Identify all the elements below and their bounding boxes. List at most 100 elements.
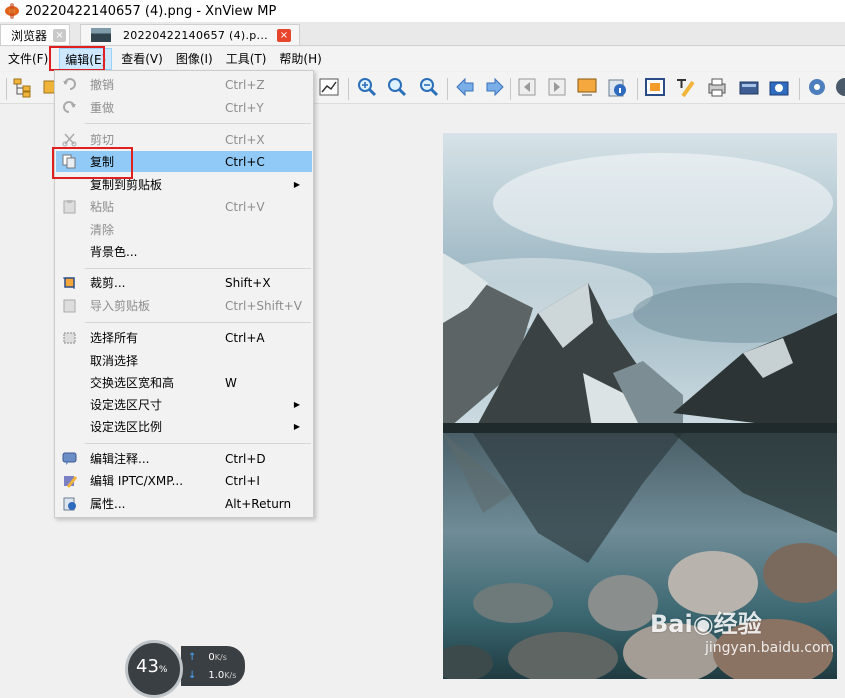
- comment-icon: [62, 452, 77, 465]
- color-wheel-icon[interactable]: [834, 76, 845, 98]
- menu-item-cut-shortcut: Ctrl+X: [225, 132, 265, 147]
- menu-item-selection-size[interactable]: 设定选区尺寸 ▶: [56, 394, 312, 415]
- menu-item-cut-label: 剪切: [90, 133, 115, 147]
- menu-item-select-all[interactable]: 选择所有 Ctrl+A: [56, 327, 312, 348]
- zoom-actual-icon[interactable]: [386, 76, 408, 98]
- zoom-in-icon[interactable]: [356, 76, 378, 98]
- scanner-icon[interactable]: [738, 76, 760, 98]
- tab-bar: 浏览器 × 20220422140657 (4).p... ×: [0, 22, 845, 46]
- menu-item-undo-shortcut: Ctrl+Z: [225, 77, 265, 92]
- tab-image-label: 20220422140657 (4).p...: [123, 28, 268, 42]
- watermark-brand: Bai◉经验: [650, 610, 762, 638]
- menu-image[interactable]: 图像(I): [171, 48, 218, 70]
- menu-item-paste-shortcut: Ctrl+V: [225, 199, 265, 214]
- menu-separator: [85, 322, 311, 323]
- chart-icon[interactable]: [318, 76, 340, 98]
- download-arrow-icon: ↓: [188, 670, 197, 681]
- cpu-percent: 43: [136, 656, 159, 677]
- menu-item-clear[interactable]: 清除: [56, 219, 312, 240]
- menu-item-properties[interactable]: 属性... Alt+Return: [56, 493, 312, 514]
- menu-item-properties-label: 属性...: [90, 497, 126, 511]
- upload-speed: ↑ 0K/s: [188, 652, 227, 663]
- title-bar: 20220422140657 (4).png - XnView MP: [0, 0, 845, 22]
- tab-image[interactable]: 20220422140657 (4).p... ×: [80, 24, 300, 45]
- menu-separator: [85, 123, 311, 124]
- redo-icon: [63, 101, 76, 113]
- paste-icon: [63, 200, 76, 214]
- toolbar-separator: [348, 78, 349, 100]
- menu-item-paste[interactable]: 粘贴 Ctrl+V: [56, 196, 312, 217]
- toolbar-separator: [6, 78, 7, 100]
- tab-browser[interactable]: 浏览器 ×: [0, 24, 70, 45]
- camera-icon[interactable]: [768, 76, 790, 98]
- cpu-unit: %: [158, 665, 168, 675]
- select-all-icon: [63, 332, 76, 344]
- xnview-logo-icon: [4, 3, 20, 19]
- menu-help[interactable]: 帮助(H): [274, 48, 326, 70]
- menu-item-redo-label: 重做: [90, 101, 115, 115]
- tab-image-close-icon[interactable]: ×: [277, 29, 291, 42]
- menu-item-undo[interactable]: 撤销 Ctrl+Z: [56, 74, 312, 95]
- fullscreen-icon[interactable]: [644, 76, 666, 98]
- menu-item-crop-label: 裁剪...: [90, 276, 126, 290]
- upload-unit: K/s: [214, 653, 227, 662]
- menu-item-import-clipboard-shortcut: Ctrl+Shift+V: [225, 298, 302, 313]
- menu-item-edit-comment[interactable]: 编辑注释... Ctrl+D: [56, 448, 312, 469]
- menu-separator: [85, 268, 311, 269]
- previous-icon[interactable]: [454, 76, 476, 98]
- zoom-out-icon[interactable]: [418, 76, 440, 98]
- toolbar-separator: [799, 78, 800, 100]
- toolbar-separator: [510, 78, 511, 100]
- menu-item-undo-label: 撤销: [90, 78, 115, 92]
- menu-view[interactable]: 查看(V): [116, 48, 168, 70]
- menu-item-swap-selection-shortcut: W: [225, 375, 237, 390]
- next-icon[interactable]: [484, 76, 506, 98]
- first-page-icon[interactable]: [516, 76, 538, 98]
- menu-item-selection-ratio[interactable]: 设定选区比例 ▶: [56, 416, 312, 437]
- menu-item-background-color-label: 背景色...: [90, 245, 138, 259]
- print-icon[interactable]: [706, 76, 728, 98]
- menu-item-deselect[interactable]: 取消选择: [56, 350, 312, 371]
- folder-tree-icon[interactable]: [12, 76, 34, 98]
- menu-item-selection-size-label: 设定选区尺寸: [90, 398, 163, 412]
- properties-icon: [63, 497, 76, 511]
- menu-item-properties-shortcut: Alt+Return: [225, 496, 292, 511]
- menu-tools[interactable]: 工具(T): [221, 48, 272, 70]
- submenu-arrow-icon: ▶: [293, 180, 300, 189]
- menu-item-deselect-label: 取消选择: [90, 354, 139, 368]
- toolbar-separator: [637, 78, 638, 100]
- menu-item-import-clipboard-label: 导入剪贴板: [90, 299, 151, 313]
- undo-icon: [63, 78, 76, 90]
- toolbar-separator: [447, 78, 448, 100]
- menu-item-crop-shortcut: Shift+X: [225, 275, 271, 290]
- menu-bar: 文件(F) 编辑(E) 查看(V) 图像(I) 工具(T) 帮助(H): [0, 47, 845, 71]
- edit-menu-dropdown: 撤销 Ctrl+Z 重做 Ctrl+Y 剪切 Ctrl+X 复制 Ctrl+C …: [54, 70, 314, 518]
- tab-browser-close-icon[interactable]: ×: [53, 28, 67, 42]
- image-thumbnail-icon: [91, 28, 111, 42]
- menu-item-select-all-shortcut: Ctrl+A: [225, 330, 265, 345]
- highlight-box-edit-menu: [49, 46, 105, 71]
- menu-item-edit-comment-label: 编辑注释...: [90, 452, 150, 466]
- menu-file[interactable]: 文件(F): [3, 48, 53, 70]
- menu-item-edit-comment-shortcut: Ctrl+D: [225, 451, 266, 466]
- text-tool-icon[interactable]: [674, 76, 696, 98]
- menu-item-edit-iptc-label: 编辑 IPTC/XMP...: [90, 474, 184, 488]
- menu-item-edit-iptc[interactable]: 编辑 IPTC/XMP... Ctrl+I: [56, 470, 312, 491]
- menu-item-clear-label: 清除: [90, 223, 115, 237]
- menu-item-copy-shortcut: Ctrl+C: [225, 154, 265, 169]
- menu-item-select-all-label: 选择所有: [90, 331, 139, 345]
- cut-icon: [62, 133, 77, 147]
- menu-item-import-clipboard[interactable]: 导入剪贴板 Ctrl+Shift+V: [56, 295, 312, 316]
- info-icon[interactable]: [606, 76, 628, 98]
- landscape-photo: [443, 133, 837, 679]
- menu-item-swap-selection[interactable]: 交换选区宽和高 W: [56, 372, 312, 393]
- menu-item-background-color[interactable]: 背景色...: [56, 241, 312, 262]
- last-page-icon[interactable]: [546, 76, 568, 98]
- menu-item-crop[interactable]: 裁剪... Shift+X: [56, 272, 312, 293]
- download-speed: ↓ 1.0K/s: [188, 670, 236, 681]
- settings-gear-icon[interactable]: [806, 76, 828, 98]
- menu-item-redo[interactable]: 重做 Ctrl+Y: [56, 97, 312, 118]
- slideshow-icon[interactable]: [576, 76, 598, 98]
- menu-item-paste-label: 粘贴: [90, 200, 115, 214]
- menu-separator: [85, 443, 311, 444]
